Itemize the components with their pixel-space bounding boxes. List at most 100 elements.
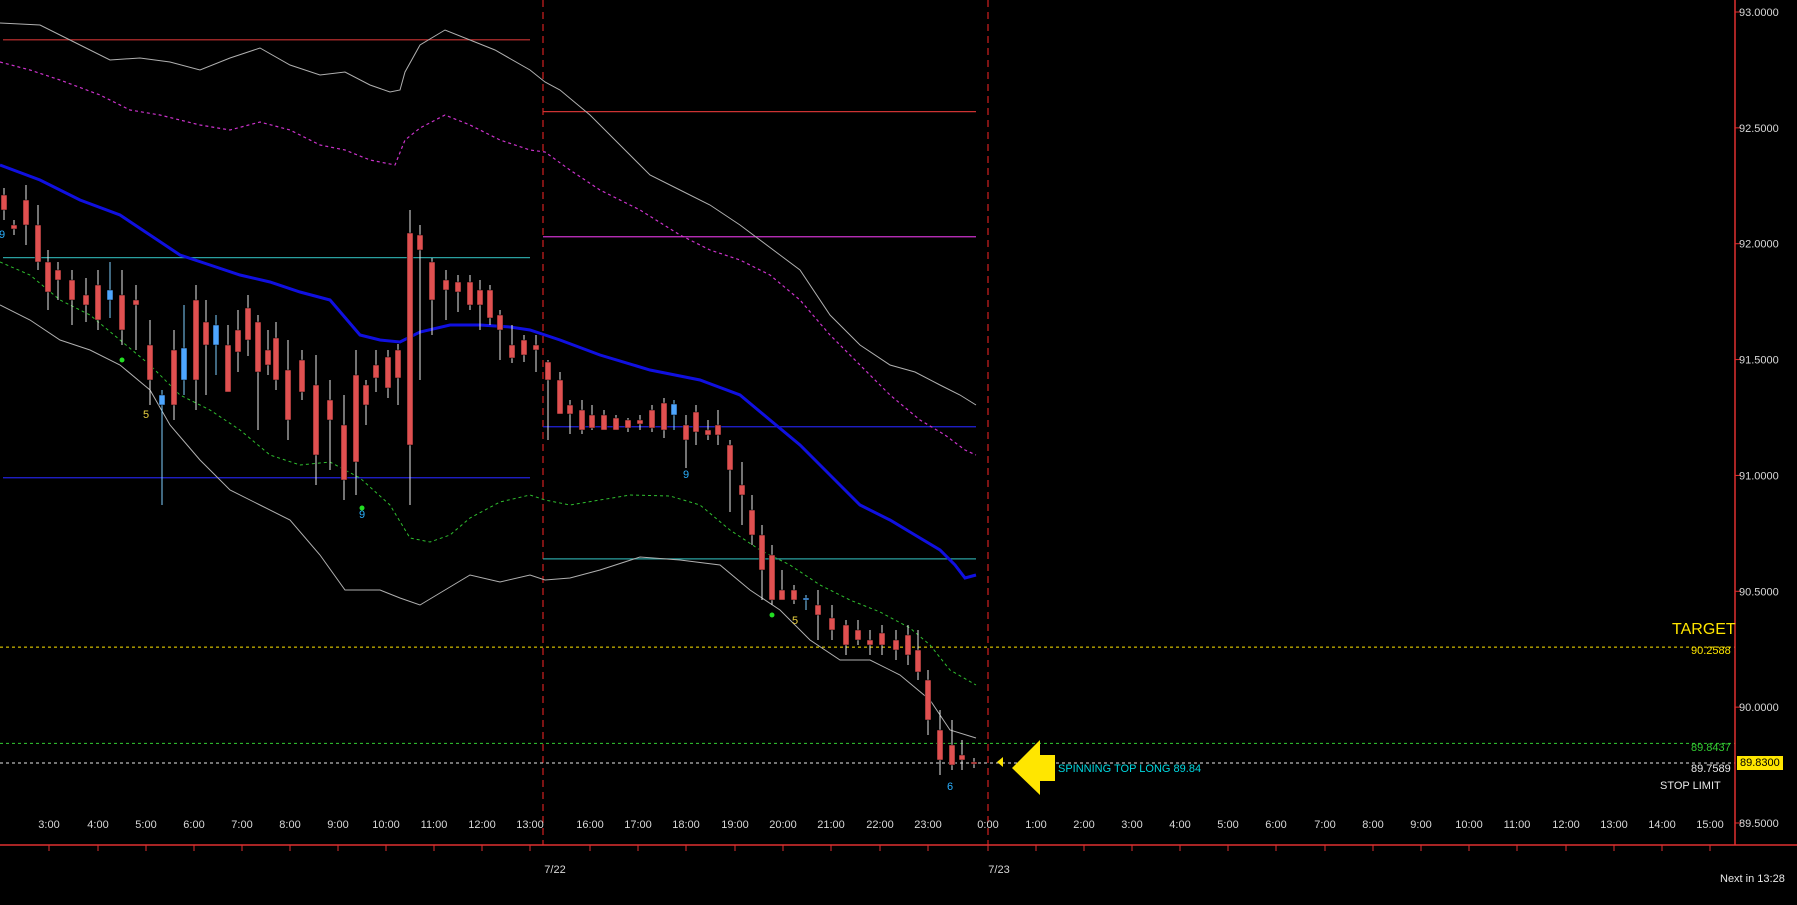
target-value-label: 90.2588 <box>1691 645 1731 657</box>
candle-body <box>244 307 252 341</box>
small-arrow-icon <box>997 757 1003 767</box>
candle-body <box>588 414 596 429</box>
stop-value-label: 89.7589 <box>1691 763 1731 775</box>
time-tick-label: 4:00 <box>87 819 108 831</box>
time-tick-label: 8:00 <box>1362 819 1383 831</box>
axes-layer: 93.0000 92.5000 92.0000 91.5000 91.0000 90.50… <box>0 0 1797 876</box>
candle-body <box>224 344 232 393</box>
candle-body <box>372 364 380 379</box>
candle-body <box>768 554 776 601</box>
time-tick-label: 9:00 <box>1410 819 1431 831</box>
candle-body <box>958 754 966 761</box>
time-tick-label: 18:00 <box>672 819 700 831</box>
candle-body <box>692 411 700 433</box>
candle-body <box>566 404 574 415</box>
date-label: 7/22 <box>544 864 565 876</box>
candle-body <box>612 417 620 431</box>
signal-dot <box>119 357 125 363</box>
candle-body <box>758 534 766 571</box>
price-chart[interactable]: 9 5 9 9 5 6 93.0000 92.5000 92.0000 91.5000 91.00… <box>0 0 1797 905</box>
time-tick-label: 3:00 <box>38 819 59 831</box>
candle-body <box>544 361 552 381</box>
price-tick-label: 91.5000 <box>1739 355 1779 367</box>
sequential-count-label: 5 <box>143 409 149 421</box>
time-tick-label: 13:00 <box>1600 819 1628 831</box>
time-tick-label: 7:00 <box>1314 819 1335 831</box>
candle-body <box>878 632 886 646</box>
candle-body <box>936 729 944 761</box>
current-price-badge: 89.8300 <box>1736 755 1784 771</box>
candle-body <box>714 424 722 436</box>
upper-bollinger-band <box>0 61 977 456</box>
candle-body <box>670 403 678 416</box>
entry-value-label: 89.8437 <box>1691 742 1731 754</box>
next-bar-countdown: Next in 13:28 <box>1720 873 1785 885</box>
candle-body <box>406 232 414 446</box>
sequential-count-label: 5 <box>792 615 798 627</box>
time-tick-label: 9:00 <box>327 819 348 831</box>
sequential-count-label: 9 <box>683 469 689 481</box>
candle-body <box>790 589 798 601</box>
candle-body <box>802 597 810 601</box>
candle-body <box>416 234 424 251</box>
candle-body <box>68 279 76 301</box>
price-tick-label: 90.5000 <box>1739 586 1779 598</box>
price-tick-label: 92.0000 <box>1739 239 1779 251</box>
candle-body <box>914 649 922 673</box>
time-tick-label: 11:00 <box>421 819 448 831</box>
candle-body <box>428 261 436 301</box>
price-tick-label: 89.5000 <box>1739 818 1779 830</box>
candle-body <box>520 339 528 356</box>
candle-body <box>556 379 564 415</box>
price-tick-label: 92.5000 <box>1739 123 1779 135</box>
target-label: TARGET <box>1672 621 1736 638</box>
time-tick-label: 19:00 <box>721 819 749 831</box>
candle-body <box>454 281 462 293</box>
candle-body <box>924 679 932 721</box>
price-tick-label: 93.0000 <box>1739 7 1779 19</box>
time-tick-label: 12:00 <box>1552 819 1580 831</box>
signal-dot <box>769 612 775 618</box>
time-tick-label: 8:00 <box>279 819 300 831</box>
candle-body <box>340 424 348 481</box>
candle-body <box>298 359 306 393</box>
candle-body <box>132 299 140 306</box>
candle-body <box>600 414 608 431</box>
candle-body <box>660 402 668 431</box>
candle-body <box>0 194 8 211</box>
candle-body <box>854 629 862 641</box>
candle-body <box>158 394 166 406</box>
time-tick-label: 10:00 <box>1455 819 1483 831</box>
candle-body <box>118 294 126 331</box>
candle-body <box>94 284 102 321</box>
candle-body <box>814 604 822 616</box>
candle-body <box>866 639 874 646</box>
candle-body <box>970 761 978 765</box>
candle-body <box>704 429 712 436</box>
time-tick-label: 15:00 <box>1696 819 1724 831</box>
time-tick-label: 22:00 <box>866 819 894 831</box>
candle-body <box>624 419 632 429</box>
candle-body <box>748 509 756 536</box>
time-tick-label: 6:00 <box>1265 819 1286 831</box>
markers-layer: 9 5 9 9 5 6 <box>0 229 1055 795</box>
candle-body <box>466 281 474 306</box>
time-tick-label: 21:00 <box>817 819 845 831</box>
sequential-count-label: 9 <box>0 229 5 241</box>
candles-layer <box>0 185 978 775</box>
time-tick-label: 3:00 <box>1121 819 1142 831</box>
time-tick-label: 17:00 <box>624 819 652 831</box>
time-tick-label: 16:00 <box>576 819 604 831</box>
signal-arrow-icon <box>1012 740 1055 795</box>
candle-body <box>82 294 90 306</box>
candle-body <box>352 374 360 463</box>
time-tick-label: 7:00 <box>231 819 252 831</box>
candle-body <box>726 444 734 471</box>
time-tick-label: 11:00 <box>1504 819 1531 831</box>
candle-body <box>394 349 402 379</box>
candle-body <box>34 224 42 263</box>
sequential-count-label: 9 <box>359 509 365 521</box>
candle-body <box>272 337 280 381</box>
price-tick-label: 90.0000 <box>1739 702 1779 714</box>
candle-body <box>486 289 494 319</box>
